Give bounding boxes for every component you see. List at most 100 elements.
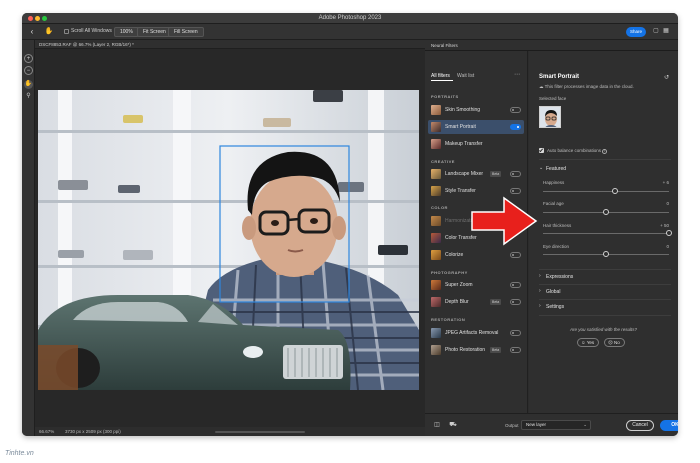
- filter-depth-blur[interactable]: Depth Blur Beta: [428, 295, 524, 309]
- filter-jpeg-artifacts-removal[interactable]: JPEG Artifacts Removal: [428, 326, 524, 340]
- tab-wait-list[interactable]: Wait list: [457, 73, 474, 79]
- arrange-windows-icon[interactable]: ▢: [652, 27, 660, 36]
- chevron-right-icon[interactable]: ›: [539, 303, 541, 309]
- jpeg-artifacts-thumbnail: [431, 328, 441, 338]
- harmonization-thumbnail: [431, 216, 441, 226]
- smart-portrait-toggle[interactable]: [510, 124, 521, 130]
- facial-age-label: Facial age: [543, 201, 564, 206]
- hand-tool-icon[interactable]: ✋: [24, 80, 33, 89]
- chevron-down-icon: ⌄: [583, 422, 587, 427]
- depth-blur-toggle[interactable]: [510, 299, 521, 305]
- filter-colorize[interactable]: Colorize: [428, 248, 524, 262]
- satisfaction-question: Are you satisfied with the results?: [569, 327, 638, 332]
- photo-restoration-thumbnail: [431, 345, 441, 355]
- slider-handle[interactable]: [611, 188, 618, 194]
- hand-tool-icon[interactable]: ✋: [44, 27, 54, 37]
- cloud-note: ☁ This filter processes image data in th…: [539, 84, 634, 89]
- settings-section-label[interactable]: Settings: [546, 304, 564, 310]
- chevron-right-icon[interactable]: ›: [539, 288, 541, 294]
- filter-skin-smoothing[interactable]: Skin Smoothing: [428, 103, 524, 117]
- share-button[interactable]: Share: [626, 27, 646, 37]
- document-tab-title: DSCF8853.RAF @ 66.7% (Layer 2, RGB/16*) …: [39, 42, 134, 47]
- workspace-icon[interactable]: ▦: [662, 27, 670, 36]
- color-transfer-thumbnail: [431, 233, 441, 243]
- filter-label: Depth Blur: [445, 299, 469, 305]
- fill-screen-button[interactable]: Fill Screen: [168, 27, 204, 37]
- facial-age-value: 0: [666, 201, 669, 206]
- annotation-arrow: [471, 196, 538, 246]
- global-section-label[interactable]: Global: [546, 289, 560, 295]
- filter-smart-portrait[interactable]: Smart Portrait: [428, 120, 524, 134]
- more-options-icon[interactable]: ⋯: [514, 71, 520, 78]
- face-thumbnail-image: [540, 107, 560, 127]
- filter-label: Landscape Mixer: [445, 171, 484, 177]
- smart-portrait-thumbnail: [431, 122, 441, 132]
- canvas-area[interactable]: [35, 49, 425, 427]
- cancel-button[interactable]: Cancel: [626, 420, 654, 431]
- add-tool-icon[interactable]: +: [24, 54, 33, 63]
- expressions-section-label[interactable]: Expressions: [546, 274, 573, 280]
- featured-section-label[interactable]: Featured: [546, 166, 566, 172]
- hair-thickness-label: Hair thickness: [543, 223, 572, 228]
- zoom-level[interactable]: 66.67%: [39, 429, 54, 434]
- document-info: 3730 px x 2509 px (300 ppi): [65, 429, 121, 434]
- zoom-100-button[interactable]: 100%: [114, 27, 139, 37]
- eye-direction-slider[interactable]: [543, 251, 669, 257]
- happiness-label: Happiness: [543, 180, 565, 185]
- tab-all-filters[interactable]: All filters: [431, 73, 450, 79]
- output-select[interactable]: New layer ⌄: [521, 420, 591, 430]
- scroll-all-windows-checkbox[interactable]: [64, 29, 69, 34]
- divider: [539, 269, 671, 270]
- facial-age-slider[interactable]: [543, 209, 669, 215]
- happiness-slider[interactable]: [543, 188, 669, 194]
- slider-handle[interactable]: [666, 230, 672, 236]
- hair-thickness-slider[interactable]: [543, 230, 672, 236]
- filter-makeup-transfer[interactable]: Makeup Transfer: [428, 137, 524, 151]
- filter-photo-restoration[interactable]: Photo Restoration Beta: [428, 343, 524, 357]
- zoom-tool-icon[interactable]: ⚲: [24, 92, 33, 101]
- chevron-down-icon[interactable]: ⌄: [539, 165, 543, 171]
- hair-thickness-value: + 50: [660, 223, 669, 228]
- super-zoom-toggle[interactable]: [510, 282, 521, 288]
- fit-screen-button[interactable]: Fit Screen: [137, 27, 172, 37]
- filter-label: Makeup Transfer: [445, 141, 483, 147]
- landscape-mixer-thumbnail: [431, 169, 441, 179]
- style-transfer-thumbnail: [431, 186, 441, 196]
- subtract-tool-icon[interactable]: −: [24, 66, 33, 75]
- scroll-all-windows-label: Scroll All Windows: [71, 28, 112, 34]
- filter-super-zoom[interactable]: Super Zoom: [428, 278, 524, 292]
- colorize-toggle[interactable]: [510, 252, 521, 258]
- colorize-thumbnail: [431, 250, 441, 260]
- home-icon[interactable]: ‹: [27, 27, 37, 37]
- layer-preview-icon[interactable]: ⛟: [449, 421, 457, 429]
- ok-button[interactable]: OK: [660, 420, 678, 431]
- document-tab[interactable]: DSCF8853.RAF @ 66.7% (Layer 2, RGB/16*) …: [35, 40, 435, 49]
- makeup-transfer-thumbnail: [431, 139, 441, 149]
- neural-filters-header: Neural Filters: [425, 40, 678, 51]
- divider: [539, 159, 671, 160]
- style-transfer-toggle[interactable]: [510, 188, 521, 194]
- landscape-mixer-toggle[interactable]: [510, 171, 521, 177]
- photo-scene: [38, 90, 419, 390]
- section-photography: PHOTOGRAPHY: [431, 270, 468, 275]
- happiness-value: + 6: [662, 180, 669, 185]
- reset-icon[interactable]: ↺: [664, 74, 669, 81]
- skin-smoothing-toggle[interactable]: [510, 107, 521, 113]
- chevron-right-icon[interactable]: ›: [539, 273, 541, 279]
- yes-button[interactable]: ☺ Yes: [577, 338, 600, 347]
- jpeg-artifacts-toggle[interactable]: [510, 330, 521, 336]
- beta-badge: Beta: [490, 347, 502, 353]
- slider-handle[interactable]: [603, 209, 609, 215]
- info-icon[interactable]: i: [602, 149, 608, 154]
- auto-balance-text: Auto balance combinations: [547, 148, 602, 153]
- horizontal-scrollbar[interactable]: [215, 431, 305, 433]
- preview-toggle-icon[interactable]: ◫: [433, 421, 441, 429]
- neural-filters-title: Neural Filters: [431, 43, 458, 48]
- selected-face-thumbnail[interactable]: [539, 106, 561, 128]
- slider-handle[interactable]: [603, 251, 609, 257]
- selected-face-label: Selected face: [539, 96, 567, 101]
- auto-balance-checkbox[interactable]: [539, 148, 544, 153]
- no-button[interactable]: ☹ No: [604, 338, 625, 347]
- filter-landscape-mixer[interactable]: Landscape Mixer Beta: [428, 167, 524, 181]
- photo-restoration-toggle[interactable]: [510, 347, 521, 353]
